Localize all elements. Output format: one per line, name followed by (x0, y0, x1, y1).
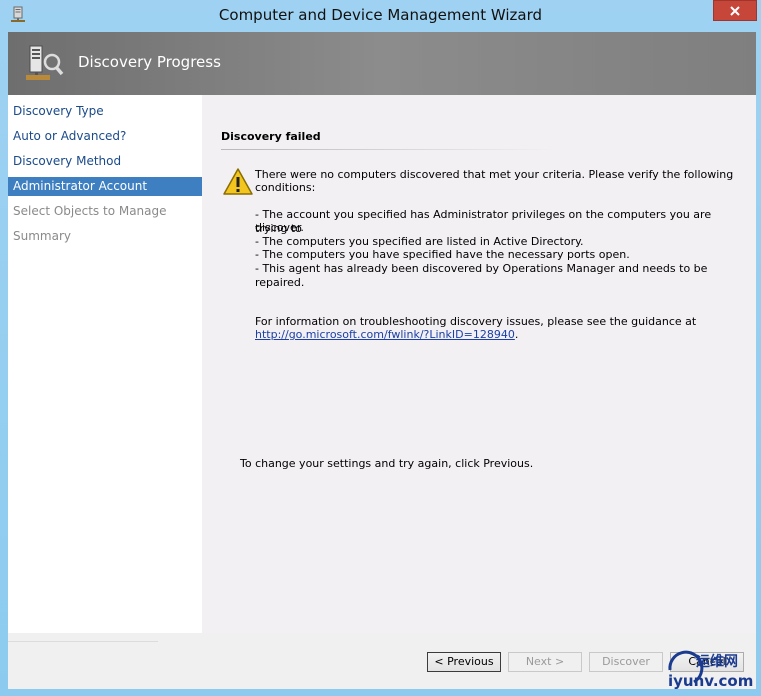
watermark-text-cn: 运维网 (696, 653, 738, 670)
previous-button[interactable]: < Previous (427, 652, 501, 672)
info-text: For information on troubleshooting disco… (255, 315, 697, 328)
sidebar-item-discovery-type[interactable]: Discovery Type (8, 102, 202, 121)
info-link-suffix: . (514, 328, 519, 341)
condition-line: discover. (255, 221, 304, 234)
close-icon (730, 5, 740, 16)
watermark-logo: 运维网 iyunv.com (668, 650, 753, 690)
wizard-footer: < Previous Next > Discover Cancel (8, 633, 756, 689)
next-button: Next > (508, 652, 582, 672)
window-title: Computer and Device Management Wizard (218, 6, 543, 24)
close-button[interactable] (713, 0, 757, 21)
wizard-content: Discovery Progress Discovery Type Auto o… (8, 32, 756, 689)
warning-icon (223, 168, 253, 195)
section-title: Discovery failed (221, 130, 321, 143)
condition-line: - The computers you have specified have … (255, 248, 630, 261)
page-title: Discovery Progress (78, 53, 221, 71)
troubleshooting-link[interactable]: http://go.microsoft.com/fwlink/?LinkID=1… (255, 328, 515, 341)
sidebar-item-summary: Summary (13, 229, 71, 243)
title-bar[interactable]: Computer and Device Management Wizard (0, 0, 761, 32)
main-panel: Discovery failed There were no computers… (202, 95, 756, 633)
retry-instruction: To change your settings and try again, c… (240, 457, 534, 470)
error-message-line-2: conditions: (255, 181, 316, 194)
sidebar-item-select-objects: Select Objects to Manage (13, 204, 167, 218)
condition-line: - This agent has already been discovered… (255, 262, 708, 289)
error-message-line-1: There were no computers discovered that … (255, 168, 734, 181)
wizard-header: Discovery Progress (8, 32, 756, 95)
sidebar-item-discovery-method[interactable]: Discovery Method (8, 152, 202, 171)
info-link-line: http://go.microsoft.com/fwlink/?LinkID=1… (255, 328, 735, 342)
wizard-window: Computer and Device Management Wizard Di… (0, 0, 761, 696)
sidebar-item-auto-or-advanced[interactable]: Auto or Advanced? (8, 127, 202, 146)
watermark-text-domain: iyunv.com (668, 672, 753, 690)
discover-button: Discover (589, 652, 663, 672)
footer-divider (8, 641, 158, 642)
discovery-server-icon (26, 45, 64, 80)
section-divider (221, 149, 557, 150)
condition-line: - The computers you specified are listed… (255, 235, 584, 248)
sidebar-item-administrator-account[interactable]: Administrator Account (8, 177, 202, 196)
wizard-steps-sidebar: Discovery Type Auto or Advanced? Discove… (8, 95, 202, 633)
